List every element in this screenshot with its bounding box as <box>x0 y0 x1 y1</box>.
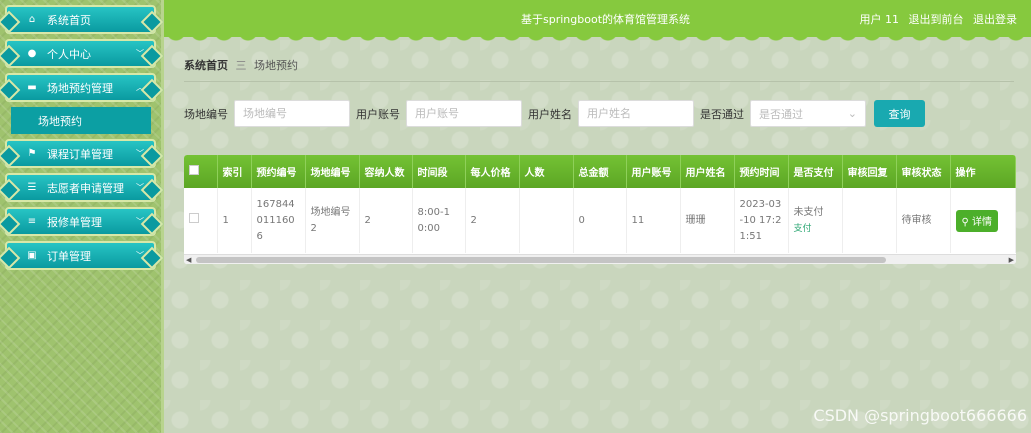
briefcase-icon: ▬ <box>27 82 37 93</box>
passed-label: 是否通过 <box>700 107 744 121</box>
sidebar-item-label: 场地预约管理 <box>47 81 113 95</box>
sidebar-item-volunteer-mgmt[interactable]: ☰ 志愿者申请管理 ﹀ <box>5 173 156 202</box>
search-icon: ⚲ <box>961 217 969 228</box>
passed-select-placeholder: 是否通过 <box>759 107 803 121</box>
detail-button-label: 详情 <box>972 217 993 228</box>
query-button[interactable]: 查询 <box>874 100 925 127</box>
back-to-front-link[interactable]: 退出到前台 <box>909 13 964 26</box>
booking-table: 索引 预约编号 场地编号 容纳人数 时间段 每人价格 人数 总金额 用户账号 用… <box>184 155 1016 264</box>
header-wave-decoration <box>164 34 1031 44</box>
chevron-up-icon: ︿ <box>136 83 144 92</box>
detail-button[interactable]: ⚲ 详情 <box>955 209 999 232</box>
column-header[interactable]: 每人价格 <box>465 155 520 188</box>
cell-capacity: 2 <box>359 188 413 253</box>
chevron-down-icon: ﹀ <box>136 149 144 158</box>
column-header[interactable]: 索引 <box>217 155 252 188</box>
table-row: 1 1678440111606 场地编号2 2 8:00-10:00 2 0 1… <box>184 188 1016 253</box>
sidebar-item-label: 报修单管理 <box>47 215 102 229</box>
sidebar-item-course-orders[interactable]: ⚑ 课程订单管理 ﹀ <box>5 139 156 168</box>
cell-status: 待审核 <box>896 188 951 253</box>
cell-reply <box>842 188 897 253</box>
column-header[interactable]: 用户姓名 <box>680 155 735 188</box>
row-select-cell <box>184 188 218 253</box>
paid-status: 未支付 <box>793 206 824 218</box>
account-label: 用户账号 <box>356 107 400 121</box>
sidebar-item-venue-booking-mgmt[interactable]: ▬ 场地预约管理 ︿ <box>5 73 156 102</box>
passed-select[interactable]: 是否通过 ⌄ <box>750 100 866 127</box>
sidebar-item-label: 系统首页 <box>47 13 91 27</box>
user-icon: ● <box>27 48 37 59</box>
list-icon: ☰ <box>27 182 37 193</box>
cell-account: 11 <box>626 188 681 253</box>
scroll-right-icon[interactable]: ▶ <box>1009 255 1014 264</box>
pay-link[interactable]: 支付 <box>794 221 837 237</box>
column-header[interactable]: 人数 <box>519 155 574 188</box>
breadcrumb-separator-icon: 三 <box>235 59 247 72</box>
sidebar-item-order-mgmt[interactable]: ▣ 订单管理 ﹀ <box>5 241 156 270</box>
table-header-row: 索引 预约编号 场地编号 容纳人数 时间段 每人价格 人数 总金额 用户账号 用… <box>184 155 1016 188</box>
header-user-area: 用户 11 退出到前台 退出登录 <box>854 11 1018 27</box>
sidebar: ⌂ 系统首页 ● 个人中心 ﹀ ▬ 场地预约管理 ︿ 场地预约 ⚑ 课程订单管理… <box>0 0 164 433</box>
cell-total: 0 <box>573 188 627 253</box>
column-header[interactable]: 场地编号 <box>305 155 360 188</box>
venue-no-label: 场地编号 <box>184 107 228 121</box>
breadcrumb-current: 场地预约 <box>254 59 298 72</box>
breadcrumb: 系统首页 三 场地预约 <box>184 57 1014 82</box>
scroll-left-icon[interactable]: ◀ <box>186 255 191 264</box>
sidebar-item-label: 志愿者申请管理 <box>47 181 124 195</box>
home-icon: ⌂ <box>28 14 36 25</box>
sidebar-item-label: 订单管理 <box>47 249 91 263</box>
cell-venue-no: 场地编号2 <box>305 188 360 253</box>
select-all-cell <box>184 155 218 188</box>
cell-booking-no: 1678440111606 <box>251 188 306 253</box>
sidebar-item-home[interactable]: ⌂ 系统首页 <box>5 5 156 34</box>
sidebar-item-label: 个人中心 <box>47 47 91 61</box>
column-header[interactable]: 用户账号 <box>626 155 681 188</box>
logout-link[interactable]: 退出登录 <box>973 13 1017 26</box>
cell-paid: 未支付 支付 <box>788 188 843 253</box>
cell-time-slot: 8:00-10:00 <box>412 188 466 253</box>
app-title: 基于springboot的体育馆管理系统 <box>521 13 691 26</box>
select-all-checkbox[interactable] <box>189 165 199 175</box>
csdn-watermark: CSDN @springboot666666 <box>813 406 1027 425</box>
flag-icon: ⚑ <box>27 148 37 159</box>
cell-booked-at: 2023-03-10 17:21:51 <box>734 188 789 253</box>
account-input[interactable] <box>406 100 522 127</box>
column-header[interactable]: 预约编号 <box>251 155 306 188</box>
venue-no-input[interactable] <box>234 100 350 127</box>
chevron-down-icon: ⌄ <box>847 107 857 120</box>
clipboard-icon: ▣ <box>27 250 37 261</box>
search-filters: 场地编号 用户账号 用户姓名 是否通过 是否通过 ⌄ 查询 <box>184 100 925 127</box>
chevron-down-icon: ﹀ <box>136 183 144 192</box>
cell-price-per-person: 2 <box>465 188 520 253</box>
top-header: 基于springboot的体育馆管理系统 用户 11 退出到前台 退出登录 <box>164 0 1031 37</box>
sidebar-item-personal-center[interactable]: ● 个人中心 ﹀ <box>5 39 156 68</box>
sliders-icon: ≡ <box>27 216 37 227</box>
horizontal-scrollbar[interactable]: ◀ ▶ <box>184 254 1016 264</box>
cell-people <box>519 188 574 253</box>
chevron-down-icon: ﹀ <box>136 251 144 260</box>
breadcrumb-home[interactable]: 系统首页 <box>184 59 228 72</box>
column-header[interactable]: 预约时间 <box>734 155 789 188</box>
column-header[interactable]: 时间段 <box>412 155 466 188</box>
column-header[interactable]: 是否支付 <box>788 155 843 188</box>
row-checkbox[interactable] <box>189 212 199 223</box>
column-header[interactable]: 审核回复 <box>842 155 897 188</box>
cell-actions: ⚲ 详情 <box>950 188 1016 253</box>
column-header[interactable]: 审核状态 <box>896 155 951 188</box>
scrollbar-thumb[interactable] <box>196 257 886 263</box>
column-header[interactable]: 容纳人数 <box>359 155 413 188</box>
column-header[interactable]: 操作 <box>950 155 1016 188</box>
current-user: 用户 11 <box>859 13 900 26</box>
sidebar-item-label: 课程订单管理 <box>47 147 113 161</box>
column-header[interactable]: 总金额 <box>573 155 627 188</box>
name-label: 用户姓名 <box>528 107 572 121</box>
chevron-down-icon: ﹀ <box>136 49 144 58</box>
name-input[interactable] <box>578 100 694 127</box>
chevron-down-icon: ﹀ <box>136 217 144 226</box>
cell-name: 珊珊 <box>680 188 735 253</box>
cell-index: 1 <box>217 188 252 253</box>
sidebar-subitem-venue-booking[interactable]: 场地预约 <box>11 107 151 134</box>
sidebar-item-repair-mgmt[interactable]: ≡ 报修单管理 ﹀ <box>5 207 156 236</box>
